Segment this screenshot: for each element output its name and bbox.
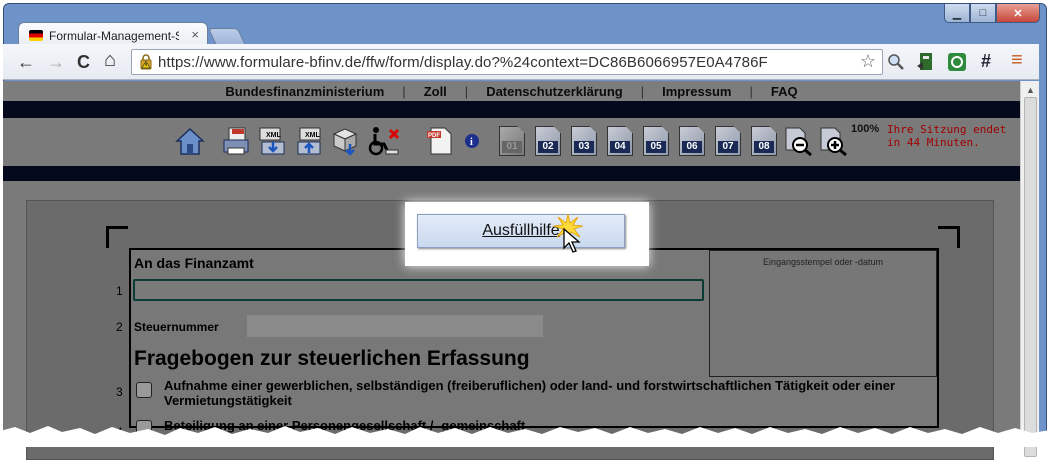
header-band <box>3 101 1020 118</box>
page-button-07[interactable]: 07 <box>715 126 741 156</box>
page-number: 03 <box>574 141 594 153</box>
stamp-box: Eingangsstempel oder -datum <box>709 250 937 377</box>
site-top-nav: Bundesfinanzministerium | Zoll | Datensc… <box>3 81 1020 101</box>
xml-label: XML <box>305 132 321 139</box>
back-button[interactable]: ← <box>17 52 35 73</box>
package-download-icon[interactable] <box>330 126 360 156</box>
page-number: 08 <box>754 141 774 153</box>
nav-link-impressum[interactable]: Impressum <box>644 84 749 99</box>
xml-import-icon[interactable]: XML <box>294 126 324 156</box>
hash-icon[interactable]: # <box>981 51 991 72</box>
nav-link-zoll[interactable]: Zoll <box>406 84 465 99</box>
tab-title: Formular-Management-S <box>49 29 179 43</box>
minimize-button[interactable]: ▁ <box>944 4 970 23</box>
steuernummer-field[interactable] <box>246 314 544 338</box>
corner-mark-top-right <box>938 226 960 248</box>
steuernummer-label: Steuernummer <box>134 320 219 334</box>
pdf-document-icon[interactable]: PDF <box>425 126 455 156</box>
zoom-out-icon[interactable] <box>783 126 813 156</box>
magnifier-icon[interactable] <box>887 53 905 71</box>
scroll-thumb[interactable] <box>1024 97 1037 457</box>
info-icon[interactable]: i <box>463 126 481 156</box>
nav-link-faq[interactable]: FAQ <box>753 84 816 99</box>
browser-toolbar: ← → C ⌂ https://www.formulare-bfinv.de/f… <box>3 44 1039 80</box>
menu-icon[interactable]: ≡ <box>1011 49 1023 72</box>
help-button-label: Ausfüllhilfe <box>482 222 560 239</box>
session-line-1: Ihre Sitzung endet <box>887 123 1007 136</box>
page-button-01[interactable]: 01 <box>499 126 525 156</box>
finanzamt-field[interactable] <box>133 279 704 301</box>
sync-icon[interactable] <box>947 52 967 72</box>
form-toolbar: XML XML PDF i 01 02 03 04 05 06 07 08 10… <box>3 118 1020 166</box>
option-1-label: Aufnahme einer gewerblichen, selbständig… <box>164 378 896 408</box>
row-number: 3 <box>116 385 123 399</box>
torn-edge <box>0 426 1056 447</box>
page-number: 02 <box>538 141 558 153</box>
info-glyph: i <box>470 137 473 148</box>
row-number: 1 <box>116 284 123 298</box>
session-line-2: in 44 Minuten. <box>887 136 980 149</box>
forward-button[interactable]: → <box>47 52 65 73</box>
page-number: 04 <box>610 141 630 153</box>
page-button-08[interactable]: 08 <box>751 126 777 156</box>
print-pdf-icon[interactable] <box>221 126 251 156</box>
row-number: 2 <box>116 320 123 334</box>
session-timer: Ihre Sitzung endet in 44 Minuten. <box>887 123 1006 149</box>
page-button-06[interactable]: 06 <box>679 126 705 156</box>
xml-export-icon[interactable]: XML <box>258 126 288 156</box>
xml-label: XML <box>266 132 282 139</box>
stamp-label: Eingangsstempel oder -datum <box>762 257 884 267</box>
bookmark-icon[interactable] <box>917 52 935 72</box>
title-bar: Formular-Management-S × ▁ □ ✕ <box>4 4 1046 48</box>
help-button[interactable]: Ausfüllhilfe <box>417 214 625 248</box>
zoom-in-icon[interactable] <box>818 126 848 156</box>
vertical-scrollbar[interactable]: ▲ <box>1020 81 1039 457</box>
main-title: Fragebogen zur steuerlichen Erfassung <box>134 347 530 370</box>
address-bar[interactable]: https://www.formulare-bfinv.de/ffw/form/… <box>131 49 883 75</box>
page-button-05[interactable]: 05 <box>643 126 669 156</box>
checkbox-option-1[interactable] <box>136 382 152 398</box>
home-icon[interactable] <box>175 126 205 156</box>
page-button-02[interactable]: 02 <box>535 126 561 156</box>
corner-mark-top-left <box>106 226 128 248</box>
wheelchair-cancel-icon[interactable] <box>366 126 400 156</box>
page-number: 05 <box>646 141 666 153</box>
toolbar-band <box>3 166 1020 181</box>
window-controls: ▁ □ ✕ <box>944 4 1040 24</box>
page-number: 06 <box>682 141 702 153</box>
page-button-03[interactable]: 03 <box>571 126 597 156</box>
page-button-04[interactable]: 04 <box>607 126 633 156</box>
page-number: 01 <box>502 141 522 153</box>
scroll-up-icon[interactable]: ▲ <box>1026 85 1035 95</box>
tab-close-icon[interactable]: × <box>191 27 199 42</box>
pdf-label: PDF <box>428 133 440 139</box>
warning-lock-icon[interactable] <box>138 54 154 70</box>
nav-link-datenschutz[interactable]: Datenschutzerklärung <box>468 84 641 99</box>
page-number: 07 <box>718 141 738 153</box>
reload-button[interactable]: C <box>77 52 90 73</box>
url-text: https://www.formulare-bfinv.de/ffw/form/… <box>158 54 768 71</box>
recipient-title: An das Finanzamt <box>134 255 254 271</box>
mouse-cursor-icon <box>563 228 581 253</box>
german-flag-icon <box>29 30 43 41</box>
bookmark-star-icon[interactable]: ☆ <box>860 51 876 72</box>
nav-link-bundesfinanzministerium[interactable]: Bundesfinanzministerium <box>207 84 402 99</box>
zoom-level: 100% <box>851 123 880 135</box>
maximize-button[interactable]: □ <box>970 4 996 23</box>
close-window-button[interactable]: ✕ <box>996 4 1040 23</box>
home-button[interactable]: ⌂ <box>104 49 116 72</box>
